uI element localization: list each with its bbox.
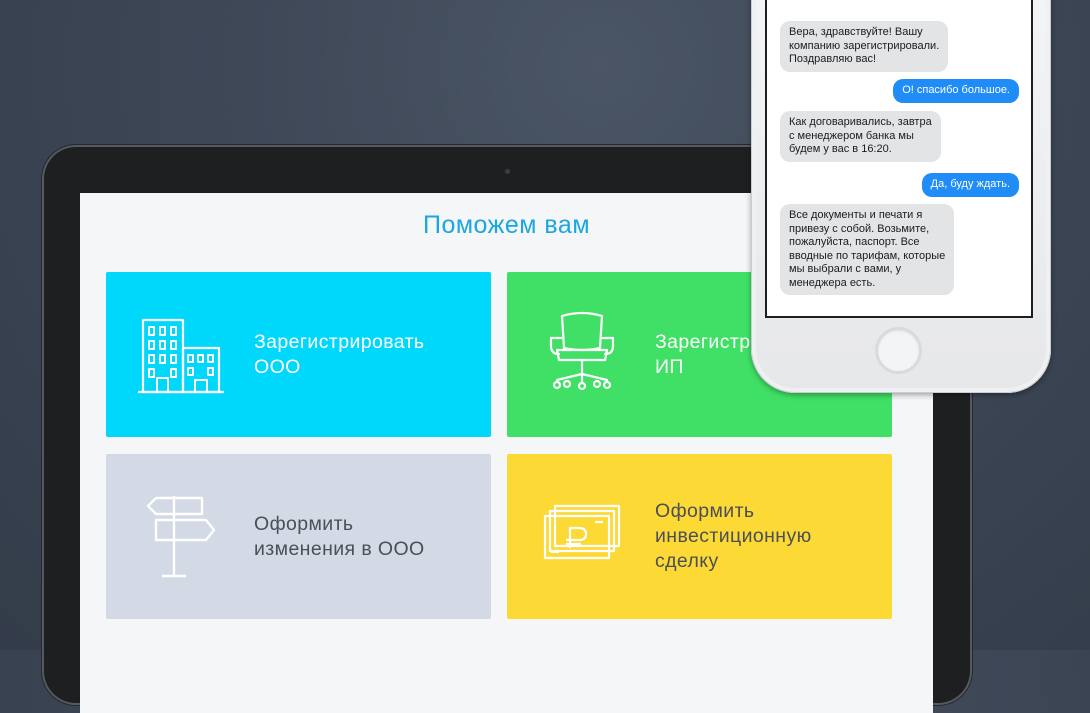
message-incoming-meeting: Как договаривались, завтра с менеджером … xyxy=(780,111,941,162)
tablet-camera xyxy=(505,169,510,174)
message-outgoing-thanks: О! спасибо большое. xyxy=(893,79,1019,103)
signpost-icon xyxy=(146,496,216,578)
message-incoming-documents: Все документы и печати я привезу с собой… xyxy=(780,204,955,295)
llc-changes-label: Оформить изменения в ООО xyxy=(254,512,425,560)
home-button[interactable] xyxy=(875,327,922,374)
register-llc-tile[interactable]: Зарегистрировать ООО xyxy=(106,272,491,437)
investment-deal-tile[interactable]: Оформить инвестиционную сделку xyxy=(507,454,892,619)
register-llc-label: Зарегистрировать ООО xyxy=(254,330,425,378)
llc-changes-tile[interactable]: Оформить изменения в ООО xyxy=(106,454,491,619)
office-chair-icon xyxy=(549,311,615,391)
phone-device: Вера, здравствуйте! Вашу компанию зареги… xyxy=(751,0,1051,393)
office-building-icon xyxy=(138,318,224,394)
ruble-banknotes-icon xyxy=(543,504,621,560)
investment-deal-label: Оформить инвестиционную сделку xyxy=(655,500,812,572)
message-incoming-registered: Вера, здравствуйте! Вашу компанию зареги… xyxy=(780,21,949,72)
phone-chat-screen: Вера, здравствуйте! Вашу компанию зареги… xyxy=(765,0,1033,318)
message-outgoing-waiting: Да, буду ждать. xyxy=(921,173,1019,197)
